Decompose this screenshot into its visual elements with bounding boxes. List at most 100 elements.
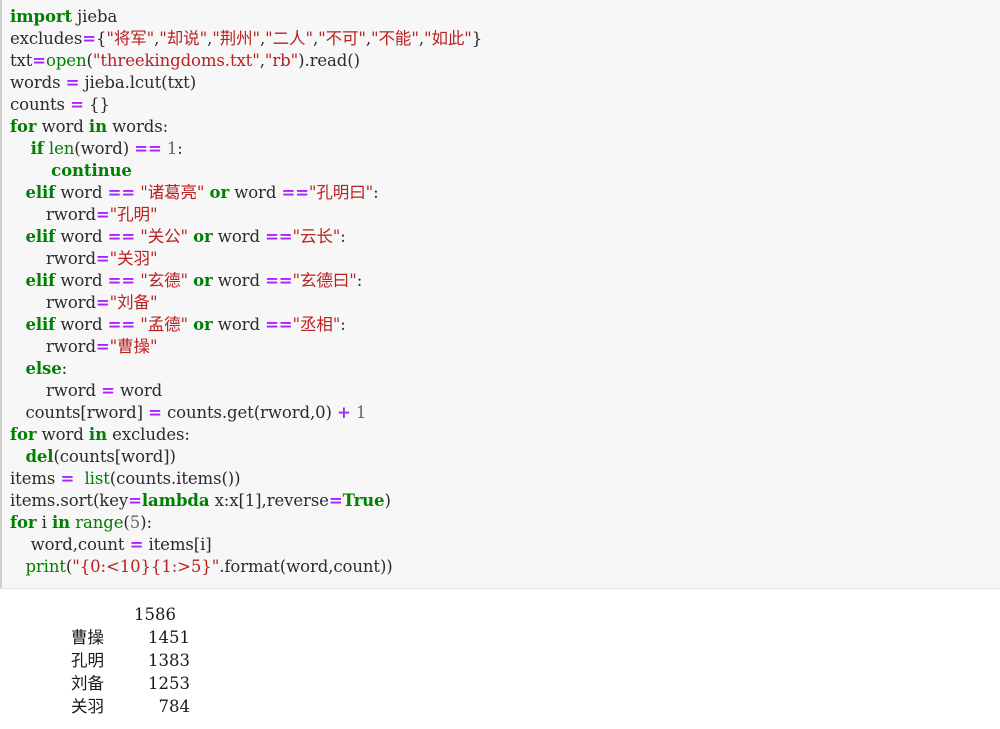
output-word: 关羽 <box>71 697 104 716</box>
source-items-index: items[i] <box>148 535 212 554</box>
code-line-25: word,count = items[i] <box>2 534 1000 556</box>
string-liubei: "刘备" <box>109 293 158 312</box>
operator-equality: == <box>107 315 136 334</box>
string-yunchang: "云长" <box>292 227 341 246</box>
brace-close: } <box>471 29 483 48</box>
builtin-range: range <box>75 513 124 532</box>
keyword-or: or <box>193 271 213 290</box>
operator-equality-2: == <box>265 315 293 334</box>
keyword-or: or <box>209 183 230 202</box>
number-one: 1 <box>166 139 178 158</box>
variable-rword: rword <box>46 249 96 268</box>
string-queshuo: "却说" <box>159 29 208 48</box>
variable-txt: txt <box>10 51 33 70</box>
operator-assign: = <box>32 51 47 70</box>
keyword-continue: continue <box>51 161 132 180</box>
operator-equality-2: == <box>265 271 293 290</box>
operator-assign: = <box>65 73 80 92</box>
output-count: 784 <box>158 697 191 716</box>
keyword-if: if <box>30 139 44 158</box>
module-name-jieba: jieba <box>77 7 118 26</box>
code-line-13: elif word == "玄德" or word =="玄德曰": <box>2 270 1000 292</box>
code-line-15: elif word == "孟德" or word =="丞相": <box>2 314 1000 336</box>
call-counts-get: counts.get(rword,0) <box>166 403 332 422</box>
operator-equality: == <box>107 227 136 246</box>
colon: : <box>373 183 379 202</box>
kwarg-reverse: reverse <box>266 491 329 510</box>
keyword-for: for <box>10 117 37 136</box>
lambda-body: x:x[1] <box>214 491 262 510</box>
variable-word-2: word <box>234 183 277 202</box>
operator-equality-2: == <box>281 183 309 202</box>
output-row: 1586 <box>0 603 1000 626</box>
colon: : <box>184 425 190 444</box>
string-xuandeyue: "玄德曰" <box>292 271 357 290</box>
operator-assign: = <box>148 403 162 422</box>
string-jingzhou: "荆州" <box>212 29 261 48</box>
code-line-19: counts[rword] = counts.get(rword,0) + 1 <box>2 402 1000 424</box>
string-mengde: "孟德" <box>140 315 188 334</box>
string-zhugeliang: "诸葛亮" <box>140 183 205 202</box>
output-word <box>0 603 104 626</box>
variable-counts: counts <box>10 95 65 114</box>
keyword-in: in <box>88 117 107 136</box>
variable-word-2: word <box>217 227 260 246</box>
keyword-or: or <box>193 227 213 246</box>
keyword-or: or <box>193 315 213 334</box>
python-code-cell[interactable]: import jieba excludes={"将军","却说","荆州","二… <box>0 0 1000 589</box>
output-word: 曹操 <box>71 628 104 647</box>
operator-assign: = <box>60 469 75 488</box>
output-count: 1253 <box>148 674 190 693</box>
builtin-list: list <box>84 469 110 488</box>
operator-assign: = <box>129 535 144 554</box>
variable-rword: rword <box>46 205 96 224</box>
method-format: .format <box>219 557 280 576</box>
output-row: 曹操 1451 <box>0 626 1000 649</box>
brace-open: { <box>95 29 107 48</box>
string-jiangjun: "将军" <box>106 29 155 48</box>
builtin-print: print <box>25 557 66 576</box>
operator-equality-2: == <box>265 227 293 246</box>
string-guanyu: "关羽" <box>109 249 158 268</box>
output-word: 孔明 <box>71 651 104 670</box>
code-line-16: rword="曹操" <box>2 336 1000 358</box>
loop-variable-word: word <box>41 117 84 136</box>
kwarg-key: key <box>99 491 129 510</box>
code-line-17: else: <box>2 358 1000 380</box>
code-line-18: rword = word <box>2 380 1000 402</box>
code-line-6: for word in words: <box>2 116 1000 138</box>
cell-output-area: 1586 曹操 1451 孔明 1383 刘备 1253 关羽 784 <box>0 589 1000 729</box>
string-ruci: "如此" <box>423 29 472 48</box>
keyword-lambda: lambda <box>141 491 210 510</box>
variable-excludes: excludes <box>10 29 83 48</box>
operator-equality: == <box>107 271 136 290</box>
variable-word: word <box>60 271 103 290</box>
operator-equality: == <box>134 139 162 158</box>
variable-rword: rword <box>46 293 96 312</box>
code-line-9: elif word == "诸葛亮" or word =="孔明曰": <box>2 182 1000 204</box>
keyword-in: in <box>88 425 107 444</box>
builtin-open: open <box>46 51 87 70</box>
keyword-elif: elif <box>25 183 56 202</box>
colon: : <box>340 315 346 334</box>
variable-word: word <box>60 315 103 334</box>
targets-word-count: word,count <box>30 535 125 554</box>
output-row: 关羽 784 <box>0 695 1000 718</box>
keyword-elif: elif <box>25 227 56 246</box>
colon: : <box>162 117 169 136</box>
variable-word-2: word <box>217 315 260 334</box>
output-count: 1383 <box>148 651 190 670</box>
keyword-for: for <box>10 513 37 532</box>
variable-rword: rword <box>46 337 96 356</box>
list-args: (counts.items()) <box>109 469 241 488</box>
variable-word: word <box>60 183 103 202</box>
operator-plus: + <box>336 403 351 422</box>
operator-assign: = <box>128 491 142 510</box>
keyword-else: else <box>25 359 62 378</box>
variable-words: words <box>10 73 61 92</box>
target-counts-rword: counts[rword] <box>25 403 143 422</box>
del-args: (counts[word]) <box>53 447 176 466</box>
method-read: .read() <box>304 51 360 70</box>
colon: : <box>61 359 68 378</box>
string-erren: "二人" <box>265 29 313 48</box>
